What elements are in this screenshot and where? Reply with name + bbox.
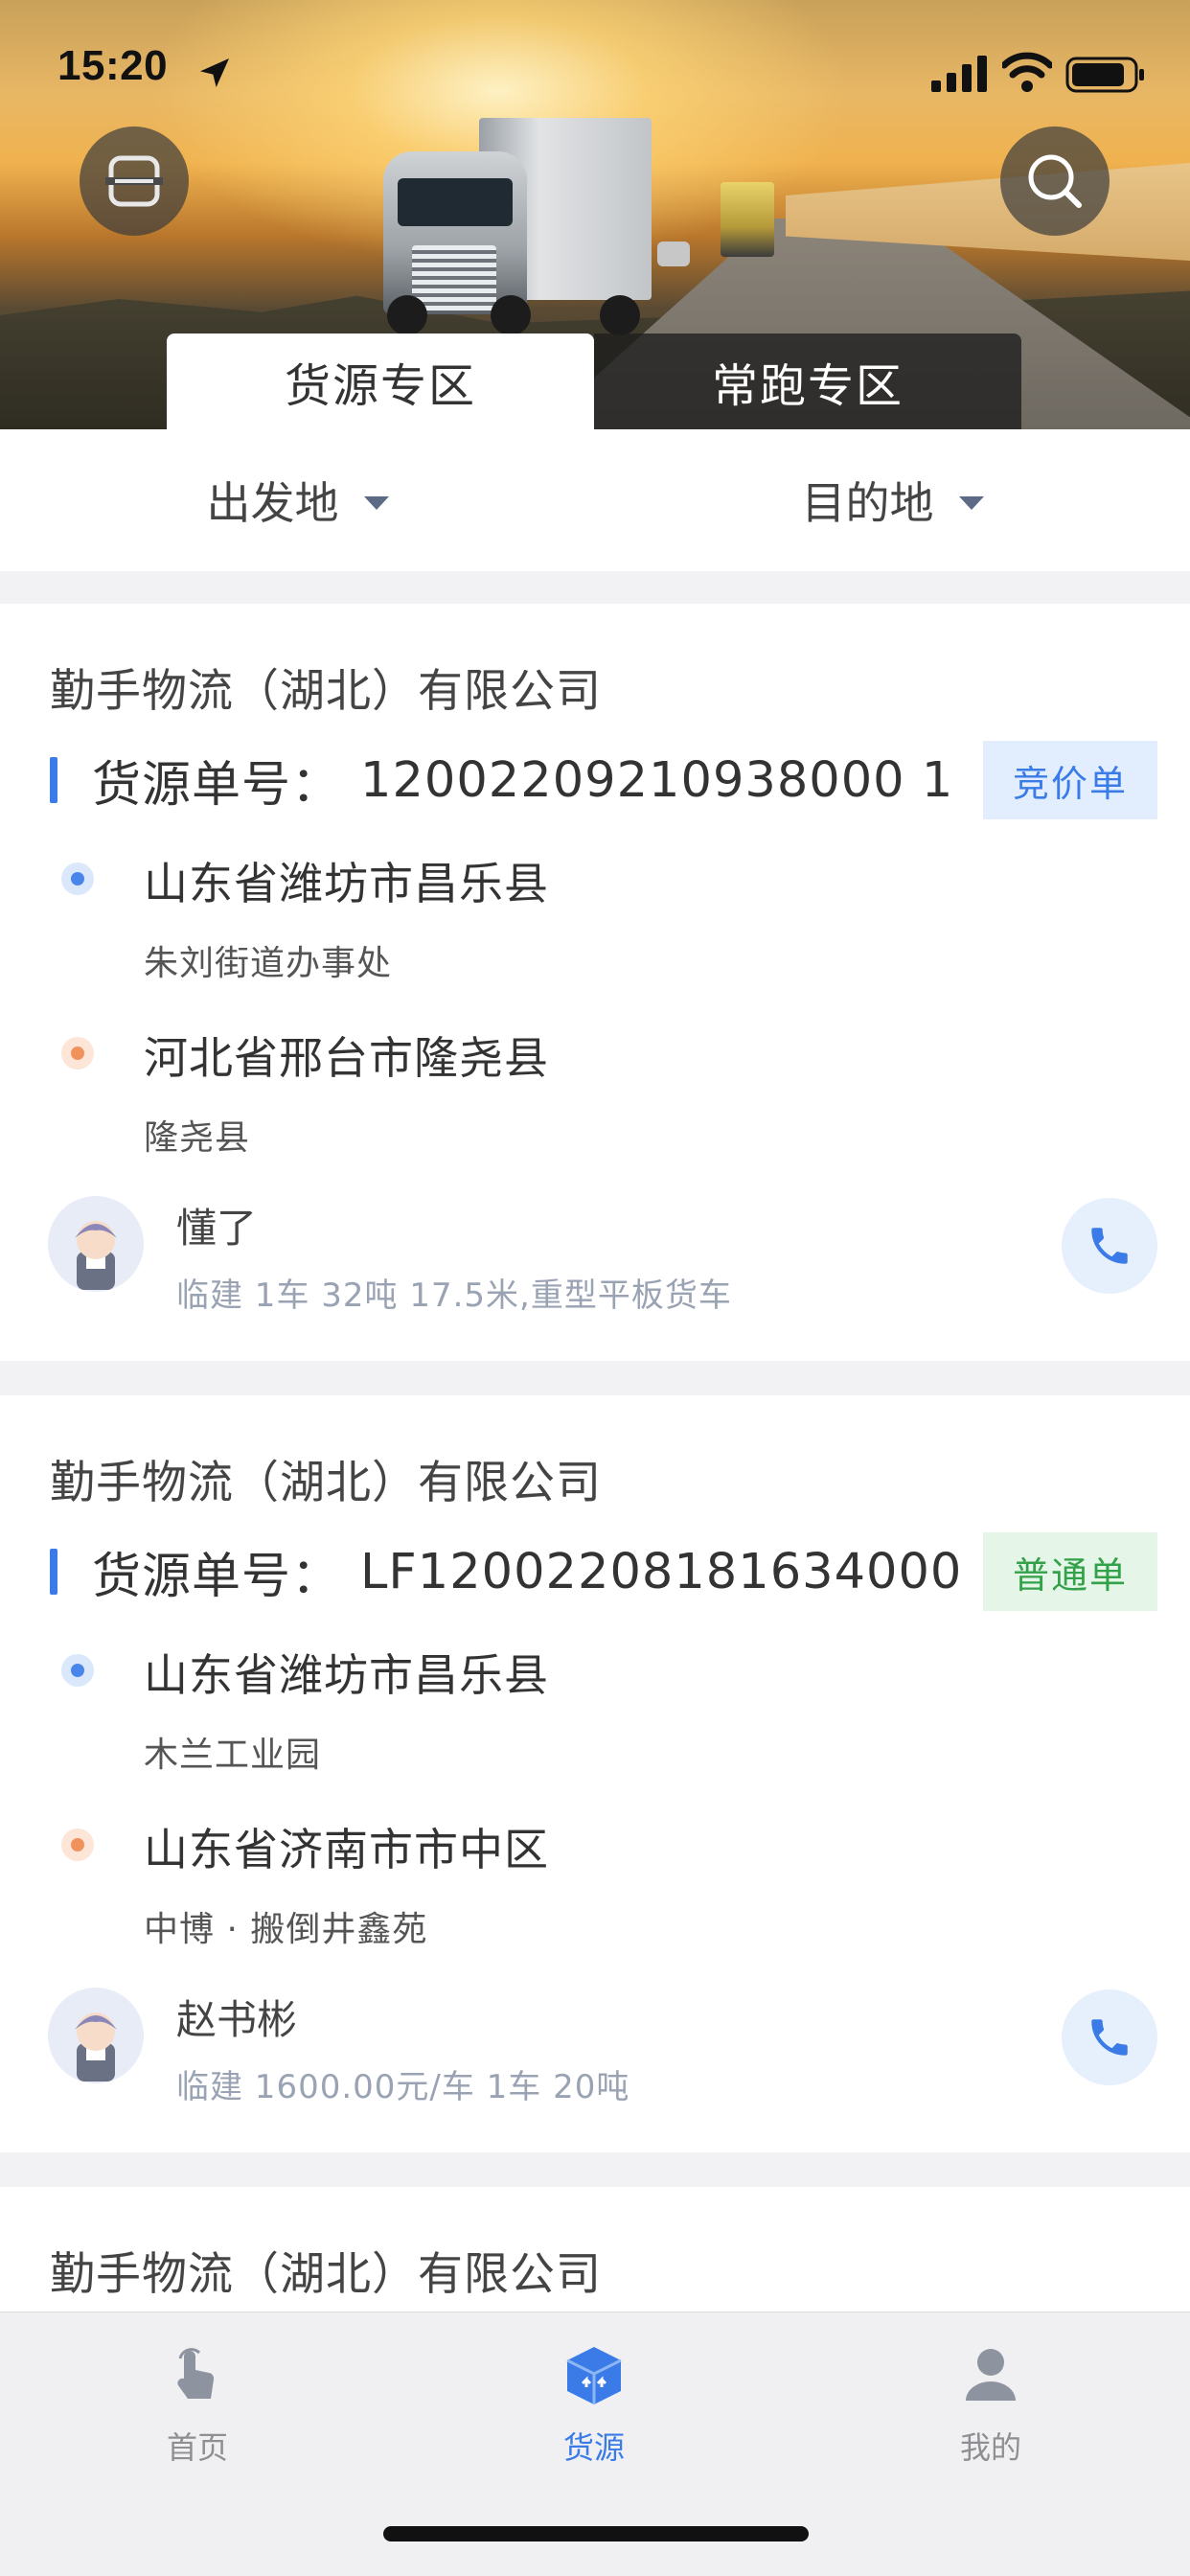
cargo-details: 临建 1车 32吨 17.5米,重型平板货车 (176, 1276, 732, 1315)
hand-tap-icon (177, 2348, 215, 2399)
phone-icon (1091, 1228, 1128, 1264)
shipper-name: 懂了 (176, 1205, 258, 1252)
scan-icon (105, 155, 163, 207)
wifi-icon (1002, 52, 1052, 92)
tabbar-label: 货源 (562, 2429, 625, 2466)
phone-icon (1091, 2019, 1128, 2056)
tabbar-item-profile[interactable]: 我的 (895, 2341, 1087, 2485)
call-button[interactable] (1062, 1198, 1157, 1294)
origin-filter-dropdown[interactable]: 出发地 (0, 429, 595, 571)
tab-frequent-routes[interactable]: 常跑专区 (594, 334, 1021, 429)
origin-detail: 木兰工业园 (144, 1736, 322, 1775)
tabbar-label: 首页 (166, 2429, 228, 2466)
status-bar: 15:20 (0, 0, 1190, 126)
destination-dot-icon (61, 1828, 94, 1861)
shipper-name: 赵书彬 (176, 1996, 298, 2043)
avatar (48, 1988, 144, 2083)
cargo-details: 临建 1600.00元/车 1车 20吨 (176, 2068, 630, 2106)
search-icon (1028, 154, 1082, 208)
order-number-value: LF12002208181634000 1 (360, 1543, 1012, 1600)
destination-detail: 中博 · 搬倒井鑫苑 (144, 1910, 428, 1949)
order-number-value: 12002209210938000 1 (360, 751, 954, 809)
filter-bar: 出发地 目的地 (0, 429, 1190, 571)
cargo-card[interactable]: 勤手物流（湖北）有限公司 货源单号： 12002209210938000 1 竞… (0, 604, 1190, 1361)
destination-dot-icon (61, 1037, 94, 1070)
company-name: 勤手物流（湖北）有限公司 (50, 665, 602, 718)
scan-button[interactable] (80, 126, 189, 236)
order-number-label: 货源单号： (92, 757, 342, 814)
battery-icon (1065, 57, 1144, 93)
order-type-badge: 普通单 (983, 1532, 1157, 1611)
destination-address: 山东省济南市市中区 (144, 1824, 549, 1875)
status-time: 15:20 (57, 42, 169, 89)
location-arrow-icon (200, 58, 229, 87)
call-button[interactable] (1062, 1990, 1157, 2085)
caret-down-icon (958, 496, 984, 510)
cargo-card[interactable]: 勤手物流（湖北）有限公司 货源单号： LF12002208181634000 1… (0, 1395, 1190, 2152)
accent-bar (50, 1549, 57, 1595)
accent-bar (50, 757, 57, 803)
tabbar-item-home[interactable]: 首页 (102, 2341, 293, 2485)
caret-down-icon (363, 496, 389, 510)
order-number-row: 货源单号： 12002209210938000 1 (50, 751, 954, 814)
home-indicator (383, 2526, 809, 2542)
user-icon (966, 2349, 1016, 2401)
origin-dot-icon (61, 862, 94, 895)
order-type-badge: 竞价单 (983, 741, 1157, 819)
origin-address: 山东省潍坊市昌乐县 (144, 1649, 549, 1701)
cellular-signal-icon (931, 56, 987, 92)
tabbar-label: 我的 (959, 2429, 1021, 2466)
search-button[interactable] (1000, 126, 1110, 236)
origin-dot-icon (61, 1654, 94, 1687)
order-number-label: 货源单号： (92, 1549, 342, 1605)
origin-address: 山东省潍坊市昌乐县 (144, 858, 549, 909)
origin-filter-label: 出发地 (206, 477, 339, 529)
tab-cargo-zone[interactable]: 货源专区 (167, 334, 594, 429)
destination-detail: 隆尧县 (144, 1118, 251, 1158)
company-name: 勤手物流（湖北）有限公司 (50, 2248, 602, 2301)
company-name: 勤手物流（湖北）有限公司 (50, 1457, 602, 1509)
cargo-box-icon (566, 2347, 622, 2404)
tabbar-item-cargo[interactable]: 货源 (498, 2341, 690, 2485)
destination-filter-dropdown[interactable]: 目的地 (595, 429, 1190, 571)
destination-filter-label: 目的地 (801, 477, 934, 529)
cargo-card[interactable]: 勤手物流（湖北）有限公司 (0, 2187, 1190, 2321)
origin-detail: 朱刘街道办事处 (144, 944, 393, 983)
avatar (48, 1196, 144, 1292)
destination-address: 河北省邢台市隆尧县 (144, 1032, 549, 1084)
order-number-row: 货源单号： LF12002208181634000 1 (50, 1543, 1012, 1605)
